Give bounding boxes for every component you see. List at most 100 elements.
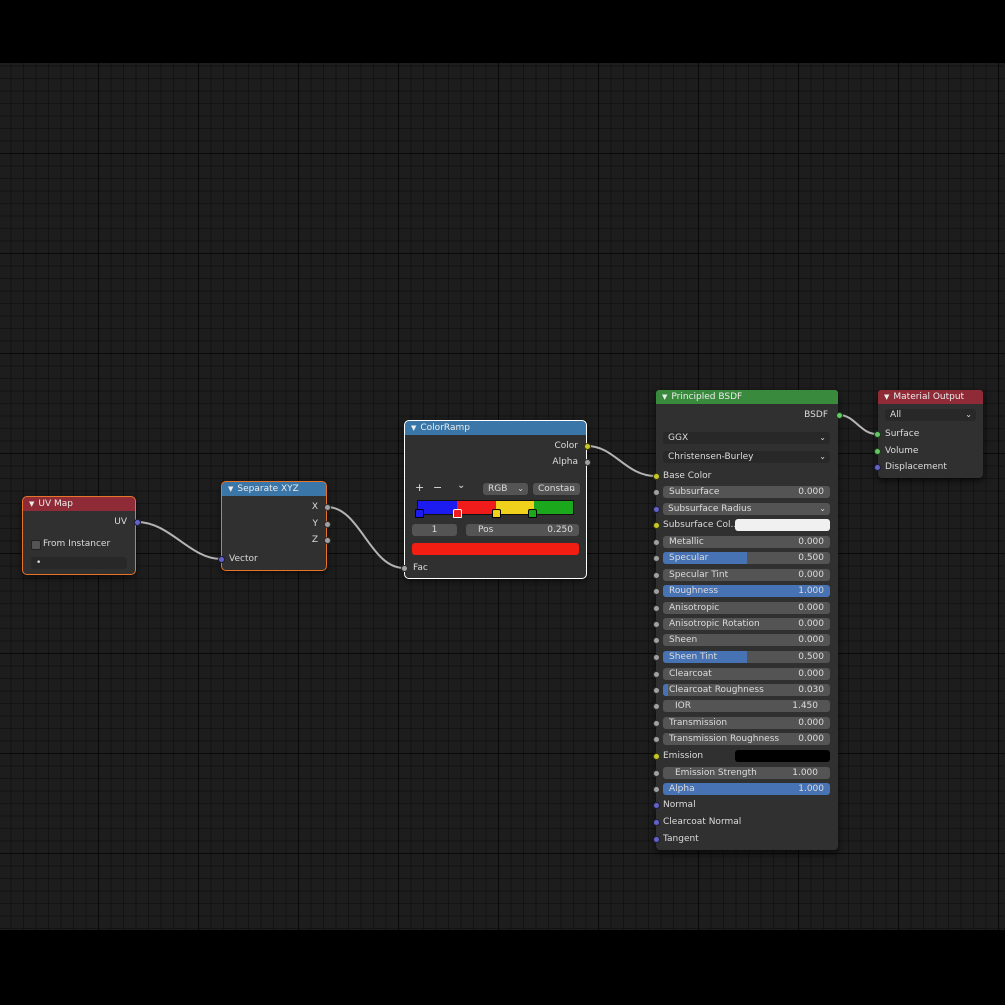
interpolation-dropdown[interactable]: Constan ⌄ — [533, 483, 580, 495]
material-output-header[interactable]: ▼ Material Output — [878, 390, 983, 404]
uv-map-header[interactable]: ▼ UV Map — [23, 497, 135, 511]
transmission-slider[interactable]: Transmission 0.000 — [663, 717, 830, 729]
distribution-dropdown[interactable]: GGX ⌄ — [663, 432, 830, 444]
uv-map-node[interactable]: ▼ UV Map UV From Instancer • — [22, 496, 136, 575]
slider-value: 0.500 — [798, 652, 824, 662]
slider-label: Transmission — [669, 718, 728, 728]
subsurface-slider[interactable]: Subsurface 0.000 — [663, 486, 830, 498]
bsdf-output-socket[interactable] — [836, 412, 843, 419]
collapse-triangle-icon[interactable]: ▼ — [228, 482, 233, 496]
ramp-stop-handle[interactable] — [415, 509, 424, 518]
emission-color-swatch[interactable] — [735, 750, 830, 762]
principled-bsdf-node[interactable]: ▼ Principled BSDF BSDF GGX ⌄ Christensen-… — [656, 390, 838, 850]
colorramp-node[interactable]: ▼ ColorRamp Color Alpha + − ⌄ RGB ⌄ Const… — [404, 420, 587, 579]
sheen-socket[interactable] — [653, 637, 660, 644]
subsurface-method-dropdown[interactable]: Christensen-Burley ⌄ — [663, 451, 830, 463]
sheen-tint-socket[interactable] — [653, 654, 660, 661]
y-output-label: Y — [312, 519, 319, 529]
from-instancer-checkbox[interactable] — [31, 540, 41, 550]
base-color-socket[interactable] — [653, 473, 660, 480]
ramp-stop-handle[interactable] — [492, 509, 501, 518]
emission-strength-field[interactable]: Emission Strength 1.000 — [663, 767, 830, 779]
colorramp-header[interactable]: ▼ ColorRamp — [405, 421, 586, 435]
metallic-socket[interactable] — [653, 539, 660, 546]
clearcoat-socket[interactable] — [653, 671, 660, 678]
x-output-socket[interactable] — [324, 504, 331, 511]
tangent-socket[interactable] — [653, 836, 660, 843]
stop-position-field[interactable]: Pos 0.250 — [466, 524, 579, 536]
output-target-dropdown[interactable]: All ⌄ — [885, 409, 976, 421]
sheen-tint-slider[interactable]: Sheen Tint 0.500 — [663, 651, 830, 663]
active-stop-color-swatch[interactable] — [412, 543, 579, 555]
collapse-triangle-icon[interactable]: ▼ — [29, 497, 34, 511]
subsurface-radius-dropdown[interactable]: Subsurface Radius ⌄ — [663, 503, 830, 515]
principled-bsdf-header[interactable]: ▼ Principled BSDF — [656, 390, 838, 404]
chevron-down-icon: ⌄ — [517, 484, 524, 493]
stop-position-value: 0.250 — [547, 525, 573, 535]
anisotropic-rotation-socket[interactable] — [653, 621, 660, 628]
clearcoat-normal-socket[interactable] — [653, 819, 660, 826]
emission-strength-socket[interactable] — [653, 770, 660, 777]
clearcoat-normal-label: Clearcoat Normal — [663, 817, 742, 827]
specular-tint-socket[interactable] — [653, 572, 660, 579]
anisotropic-socket[interactable] — [653, 605, 660, 612]
subsurface-radius-label: Subsurface Radius — [668, 504, 752, 514]
roughness-slider[interactable]: Roughness 1.000 — [663, 585, 830, 597]
color-output-socket[interactable] — [584, 443, 591, 450]
slider-value: 0.500 — [798, 553, 824, 563]
metallic-slider[interactable]: Metallic 0.000 — [663, 536, 830, 548]
displacement-input-socket[interactable] — [874, 464, 881, 471]
clearcoat-slider[interactable]: Clearcoat 0.000 — [663, 668, 830, 680]
subsurface-radius-socket[interactable] — [653, 506, 660, 513]
active-stop-index-field[interactable]: 1 — [412, 524, 457, 536]
transmission-roughness-slider[interactable]: Transmission Roughness 0.000 — [663, 733, 830, 745]
slider-label: Specular — [669, 553, 709, 563]
alpha-slider[interactable]: Alpha 1.000 — [663, 783, 830, 795]
specular-tint-slider[interactable]: Specular Tint 0.000 — [663, 569, 830, 581]
emission-socket[interactable] — [653, 753, 660, 760]
anisotropic-rotation-slider[interactable]: Anisotropic Rotation 0.000 — [663, 618, 830, 630]
ior-socket[interactable] — [653, 703, 660, 710]
specular-socket[interactable] — [653, 555, 660, 562]
anisotropic-slider[interactable]: Anisotropic 0.000 — [663, 602, 830, 614]
uv-output-socket[interactable] — [134, 519, 141, 526]
collapse-triangle-icon[interactable]: ▼ — [411, 421, 416, 435]
ramp-menu-chevron-icon[interactable]: ⌄ — [457, 480, 465, 492]
clearcoat-roughness-socket[interactable] — [653, 687, 660, 694]
add-stop-button[interactable]: + — [415, 482, 424, 494]
material-output-node[interactable]: ▼ Material Output All ⌄ Surface Volume Di… — [878, 390, 983, 478]
subsurface-color-socket[interactable] — [653, 522, 660, 529]
separate-xyz-node[interactable]: ▼ Separate XYZ X Y Z Vector — [221, 481, 327, 571]
surface-input-socket[interactable] — [874, 431, 881, 438]
principled-bsdf-title: Principled BSDF — [671, 392, 743, 402]
z-output-socket[interactable] — [324, 537, 331, 544]
ramp-stop-handle[interactable] — [528, 509, 537, 518]
uv-map-field[interactable]: • — [31, 557, 127, 569]
specular-slider[interactable]: Specular 0.500 — [663, 552, 830, 564]
subsurface-socket[interactable] — [653, 489, 660, 496]
alpha-socket[interactable] — [653, 786, 660, 793]
from-instancer-label: From Instancer — [43, 539, 111, 549]
alpha-output-socket[interactable] — [584, 459, 591, 466]
collapse-triangle-icon[interactable]: ▼ — [884, 390, 889, 404]
transmission-roughness-socket[interactable] — [653, 736, 660, 743]
collapse-triangle-icon[interactable]: ▼ — [662, 390, 667, 404]
transmission-socket[interactable] — [653, 720, 660, 727]
fac-input-socket[interactable] — [401, 565, 408, 572]
slider-value: 1.000 — [798, 784, 824, 794]
y-output-socket[interactable] — [324, 521, 331, 528]
sheen-slider[interactable]: Sheen 0.000 — [663, 634, 830, 646]
chevron-down-icon: ⌄ — [819, 504, 826, 513]
ramp-stop-handle-active[interactable] — [453, 509, 462, 518]
separate-xyz-header[interactable]: ▼ Separate XYZ — [222, 482, 326, 496]
normal-socket[interactable] — [653, 802, 660, 809]
colorramp-title: ColorRamp — [420, 423, 470, 433]
remove-stop-button[interactable]: − — [433, 482, 442, 494]
clearcoat-roughness-slider[interactable]: Clearcoat Roughness 0.030 — [663, 684, 830, 696]
vector-input-socket[interactable] — [218, 556, 225, 563]
volume-input-socket[interactable] — [874, 448, 881, 455]
subsurface-color-swatch[interactable] — [735, 519, 830, 531]
roughness-socket[interactable] — [653, 588, 660, 595]
ior-field[interactable]: IOR 1.450 — [663, 700, 830, 712]
color-mode-dropdown[interactable]: RGB ⌄ — [483, 483, 528, 495]
